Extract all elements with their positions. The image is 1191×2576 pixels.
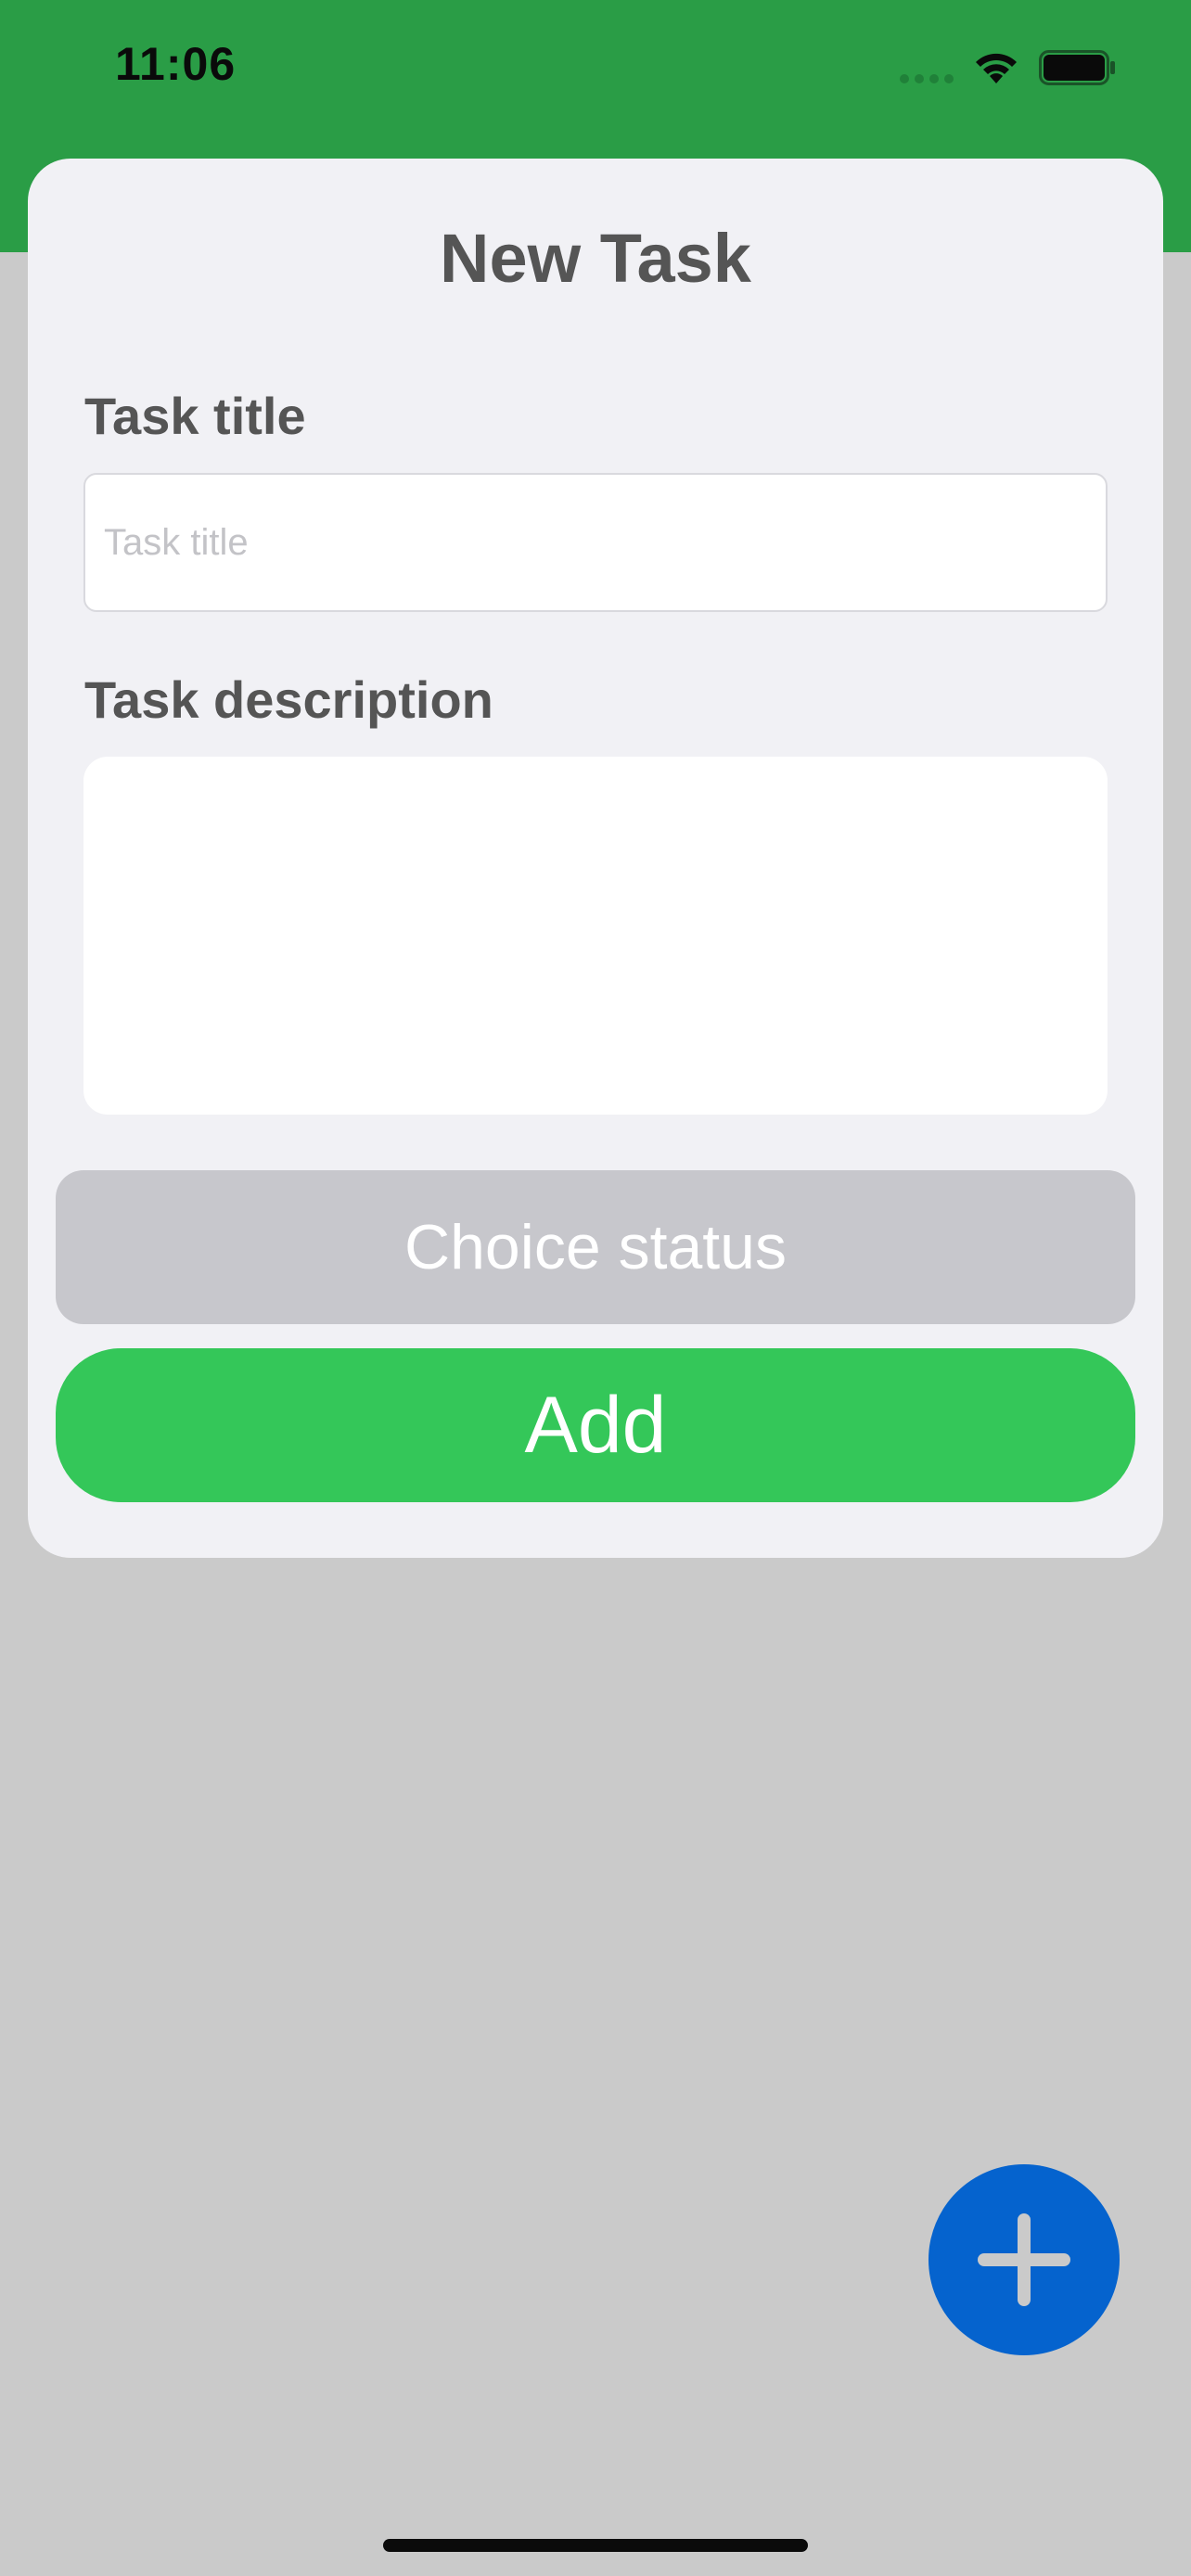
task-description-label: Task description — [84, 670, 493, 729]
plus-icon — [978, 2213, 1070, 2306]
battery-icon — [1039, 50, 1115, 85]
task-title-input[interactable] — [83, 473, 1108, 612]
cellular-signal-icon — [900, 74, 954, 83]
status-time: 11:06 — [115, 38, 237, 90]
wifi-icon — [976, 53, 1017, 83]
add-task-fab[interactable] — [928, 2164, 1120, 2355]
home-indicator[interactable] — [383, 2539, 808, 2552]
status-bar: 11:06 — [0, 0, 1191, 139]
task-title-label: Task title — [84, 387, 306, 445]
choice-status-button[interactable]: Choice status — [56, 1170, 1135, 1324]
add-button[interactable]: Add — [56, 1348, 1135, 1502]
task-description-input[interactable] — [83, 757, 1108, 1115]
sheet-title: New Task — [440, 220, 751, 297]
